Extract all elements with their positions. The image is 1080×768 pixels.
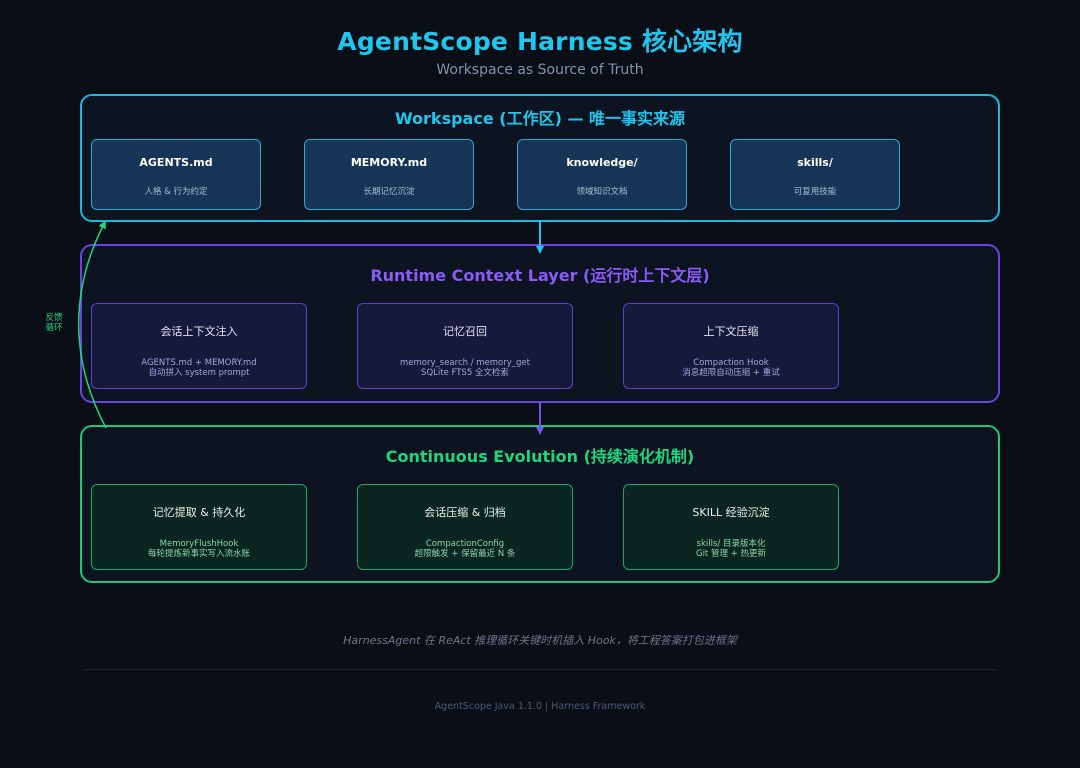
feedback-label-line: 反馈 — [45, 313, 63, 323]
caption-text: HarnessAgent 在 ReAct 推理循环关键时机插入 Hook，将工程… — [343, 634, 737, 647]
feedback-label-line: 循环 — [45, 323, 63, 333]
footer-text: AgentScope Java 1.1.0 | Harness Framewor… — [434, 701, 646, 712]
arrow-feedback-loop — [78, 220, 107, 429]
divider — [84, 669, 996, 670]
feedback-loop-label: 反馈 循环 — [34, 313, 74, 333]
connector-arrows — [78, 220, 544, 435]
